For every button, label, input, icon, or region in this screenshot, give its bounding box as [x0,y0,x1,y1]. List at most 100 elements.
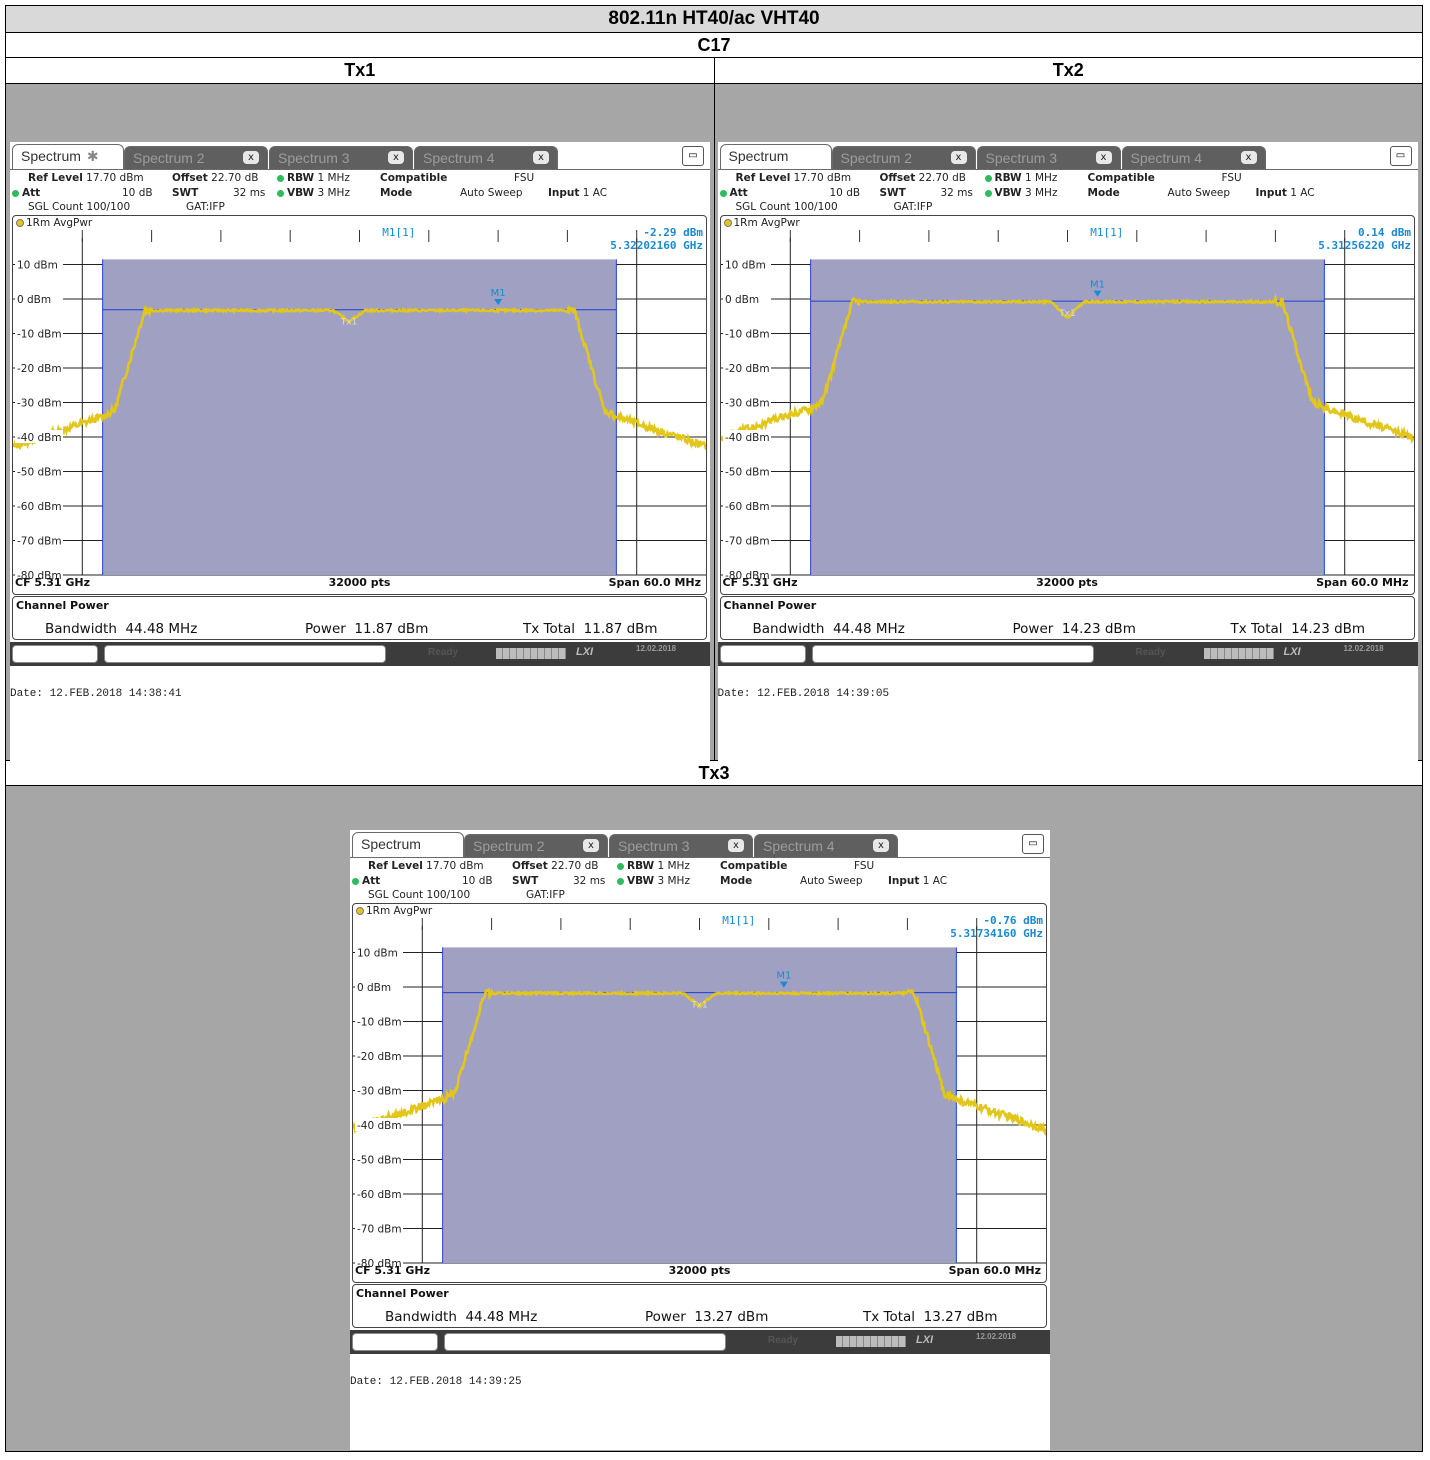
green-dot-icon [617,877,624,885]
bandwidth-value: Bandwidth 44.48 MHz [45,621,198,637]
date-stamp: Date: 12.FEB.2018 14:39:05 [717,688,890,700]
close-icon[interactable]: x [728,839,744,852]
spectrum-plot: 1Rm AvgPwr 10 dBm 0 dBm -10 dBm -20 dBm -30 … [719,215,1415,595]
y-tick-label: -60 dBm [725,501,770,513]
green-dot-icon [277,174,284,182]
y-tick-label: -20 dBm [725,363,770,375]
marker-label: M1 [491,288,506,299]
status-ready: Ready [428,647,459,658]
y-tick-label: 0 dBm [357,982,391,994]
screen-menu-icon[interactable]: ▭ [1389,146,1412,166]
close-icon[interactable]: x [388,151,404,164]
spectrum-plot: 1Rm AvgPwr 10 dBm 0 dBm -10 dBm -20 dBm -30 … [12,215,707,595]
x-axis-labels: CF 5.31 GHz 32000 pts Span 60.0 MHz [12,576,707,591]
close-icon[interactable]: x [873,839,889,852]
status-ready: Ready [1135,647,1166,658]
spectrum-analyzer-tx2: Spectrum Spectrum 2x Spectrum 3x Spectru… [717,142,1418,762]
green-dot-icon [984,174,992,182]
status-message-field[interactable] [104,645,386,663]
status-date: 12.02.2018 [636,644,677,653]
tx1-cell: Spectrum ✱ Spectrum 2x Spectrum 3x Spectr… [6,84,714,762]
tab-spectrum[interactable]: Spectrum [719,144,832,170]
tab-spectrum-2[interactable]: Spectrum 2x [831,146,976,170]
pin-icon[interactable]: ✱ [87,148,99,164]
tab-spectrum[interactable]: Spectrum [352,832,464,858]
span: Span 60.0 MHz [1316,576,1409,589]
sweep-points: 32000 pts [328,576,391,589]
close-icon[interactable]: x [533,151,549,164]
y-tick-label: 10 dBm [17,260,58,272]
status-field[interactable] [719,645,806,663]
status-message-field[interactable] [444,1333,726,1351]
status-date: 12.02.2018 [976,1332,1017,1341]
y-tick-label: -60 dBm [17,501,62,513]
green-dot-icon [277,189,284,197]
x-axis-labels: CF 5.31 GHz 32000 pts Span 60.0 MHz [352,1264,1047,1279]
status-message-field[interactable] [811,645,1094,663]
status-field[interactable] [352,1333,438,1351]
status-bar: Ready LXI 12.02.2018 [350,1330,1050,1354]
tx3-cell: Spectrum Spectrum 2x Spectrum 3x Spectru… [6,786,1422,1451]
spectrum-chart: 10 dBm 0 dBm -10 dBm -20 dBm -30 dBm -40 dBm -… [13,226,706,582]
marker-name: M1[1] [722,914,755,927]
y-tick-label: 0 dBm [17,294,51,306]
y-tick-label: -10 dBm [725,329,770,341]
bandwidth-value: Bandwidth 44.48 MHz [385,1309,538,1325]
green-dot-icon [719,189,727,197]
lxi-icon: LXI [916,1334,934,1346]
y-tick-label: -40 dBm [357,1120,402,1132]
settings-panel: Ref Level 17.70 dBm Offset 22.70 dB RBW … [350,858,1050,902]
close-icon[interactable]: x [583,839,599,852]
y-tick-label: -10 dBm [357,1017,402,1029]
status-date: 12.02.2018 [1343,644,1384,653]
bandwidth-value: Bandwidth 44.48 MHz [752,621,905,637]
marker-level: -0.76 dBm [983,914,1043,927]
tab-spectrum-3[interactable]: Spectrum 3x [976,146,1121,170]
y-tick-label: -70 dBm [17,536,62,548]
top-panels-row: Spectrum ✱ Spectrum 2x Spectrum 3x Spectr… [6,84,1422,762]
tab-spectrum-3[interactable]: Spectrum 3x [609,834,753,858]
tx-total-value: Tx Total 11.87 dBm [523,621,658,637]
progress-bar [1203,648,1274,659]
settings-panel: Ref Level 17.70 dBm Offset 22.70 dB RBW … [10,170,710,214]
close-icon[interactable]: x [1240,151,1257,164]
span: Span 60.0 MHz [608,576,701,589]
progress-bar [496,648,566,659]
status-bar: Ready LXI 12.02.2018 [10,642,710,666]
status-ready: Ready [768,1335,799,1346]
channel-power-title: Channel Power [16,599,109,612]
span: Span 60.0 MHz [948,1264,1041,1277]
tab-spectrum-3[interactable]: Spectrum 3x [269,146,413,170]
status-bar: Ready LXI 12.02.2018 [717,642,1418,666]
tab-spectrum-4[interactable]: Spectrum 4x [1121,146,1266,170]
y-tick-label: -50 dBm [17,467,62,479]
screen-menu-icon[interactable]: ▭ [682,146,704,166]
tab-spectrum-4[interactable]: Spectrum 4x [414,146,558,170]
power-value: Power 14.23 dBm [1012,621,1136,637]
y-tick-label: 10 dBm [357,948,398,960]
tab-spectrum[interactable]: Spectrum ✱ [12,144,124,170]
spectrum-analyzer-tx3: Spectrum Spectrum 2x Spectrum 3x Spectru… [350,830,1050,1450]
tx-header-row: Tx1 Tx2 [6,58,1422,84]
tab-spectrum-4[interactable]: Spectrum 4x [754,834,898,858]
y-tick-label: -50 dBm [357,1155,402,1167]
spectrum-chart: 10 dBm 0 dBm -10 dBm -20 dBm -30 dBm -40 dBm -… [353,914,1046,1270]
tab-spectrum-2[interactable]: Spectrum 2x [464,834,608,858]
y-tick-label: -10 dBm [17,329,62,341]
tx-label: Tx1 [1058,309,1076,319]
spectrum-chart: 10 dBm 0 dBm -10 dBm -20 dBm -30 dBm -40 dBm -… [720,226,1414,582]
close-icon[interactable]: x [243,151,259,164]
y-tick-label: -40 dBm [17,432,62,444]
marker-frequency: 5.32202160 GHz [610,239,703,252]
y-tick-label: 0 dBm [725,294,759,306]
screen-menu-icon[interactable]: ▭ [1022,834,1044,854]
close-icon[interactable]: x [1095,151,1112,164]
green-dot-icon [352,877,359,885]
y-tick-label: -70 dBm [725,536,770,548]
y-tick-label: 10 dBm [725,260,766,272]
tab-spectrum-2[interactable]: Spectrum 2x [124,146,268,170]
status-field[interactable] [12,645,98,663]
close-icon[interactable]: x [950,151,967,164]
y-tick-label: -40 dBm [725,432,770,444]
channel-power-title: Channel Power [356,1287,449,1300]
